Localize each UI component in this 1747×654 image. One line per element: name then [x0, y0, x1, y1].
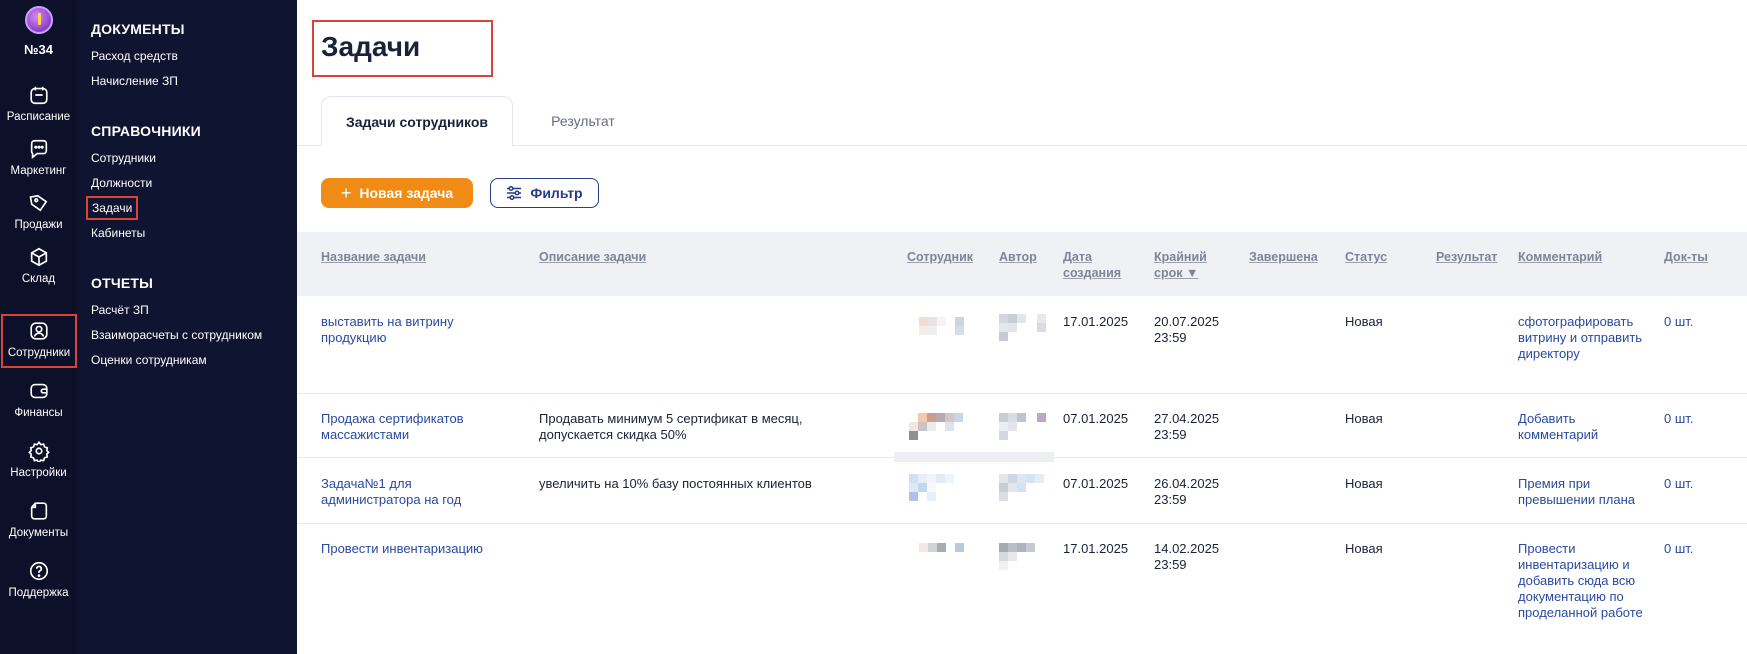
tab-result[interactable]: Результат — [523, 96, 643, 146]
status-text: Новая — [1345, 411, 1383, 426]
calendar-icon — [29, 86, 48, 105]
main-content: Задачи Задачи сотрудников Результат + Но… — [297, 0, 1747, 654]
docs-link[interactable]: 0 шт. — [1664, 541, 1693, 557]
tag-icon — [29, 194, 47, 212]
rail-label: Маркетинг — [10, 165, 67, 177]
filter-button[interactable]: Фильтр — [490, 178, 599, 208]
comment-link[interactable]: Премия при превышении плана — [1518, 476, 1648, 508]
document-icon — [30, 502, 47, 520]
col-employee[interactable]: Сотрудник — [907, 249, 973, 265]
nav-link-expenses[interactable]: Расход средств — [91, 49, 178, 63]
row-divider — [297, 393, 1747, 394]
help-icon — [29, 561, 48, 581]
rail-label: Финансы — [14, 407, 63, 419]
task-name-link[interactable]: Продажа сертификатов массажистами — [321, 411, 501, 443]
rail-item-documents[interactable]: Документы — [0, 494, 77, 548]
rail-item-schedule[interactable]: Расписание — [0, 78, 77, 132]
col-task-description[interactable]: Описание задачи — [539, 249, 646, 265]
rail-label: Настройки — [10, 467, 67, 479]
tab-employee-tasks[interactable]: Задачи сотрудников — [321, 96, 513, 146]
created-date: 17.01.2025 — [1063, 541, 1129, 556]
row-divider — [297, 523, 1747, 524]
tabs-divider — [297, 145, 1747, 146]
col-author[interactable]: Автор — [999, 249, 1037, 265]
nav-link-settlements[interactable]: Взаиморасчеты с сотрудником — [91, 328, 262, 342]
col-result[interactable]: Результат — [1436, 249, 1497, 265]
rail-label: Расписание — [6, 111, 71, 123]
nav-section-documents: ДОКУМЕНТЫ — [91, 21, 185, 37]
filter-label: Фильтр — [530, 185, 583, 201]
rail-item-employees[interactable]: Сотрудники — [1, 314, 77, 368]
rail-header: №34 — [0, 0, 77, 72]
rail-item-settings[interactable]: Настройки — [0, 434, 77, 488]
nav-link-tasks[interactable]: Задачи — [85, 196, 139, 220]
rail-item-marketing[interactable]: Маркетинг — [0, 132, 77, 186]
rail-label: Поддержка — [8, 587, 69, 599]
deadline-date: 26.04.2025 23:59 — [1154, 476, 1220, 507]
task-name-link[interactable]: Провести инвентаризацию — [321, 541, 521, 557]
deadline-date: 27.04.2025 23:59 — [1154, 411, 1220, 442]
deadline-date: 14.02.2025 23:59 — [1154, 541, 1220, 572]
task-name-link[interactable]: выставить на витрину продукцию — [321, 314, 501, 346]
col-task-name[interactable]: Название задачи — [321, 249, 426, 265]
col-deadline[interactable]: Крайний срок ▼ — [1154, 249, 1224, 281]
icon-rail: №34 Расписание Маркетинг Продажи Склад С… — [0, 0, 77, 654]
user-icon — [30, 322, 48, 340]
comment-link[interactable]: сфотографировать витрину и отправить дир… — [1518, 314, 1648, 362]
scroll-shadow — [894, 452, 1054, 462]
task-name-link[interactable]: Задача№1 для администратора на год — [321, 476, 501, 508]
col-comment[interactable]: Комментарий — [1518, 249, 1602, 265]
docs-link[interactable]: 0 шт. — [1664, 411, 1693, 427]
rail-label: Продажи — [14, 219, 63, 231]
task-description: Продавать минимум 5 сертификат в месяц, … — [539, 411, 803, 442]
nav-link-payroll[interactable]: Расчёт ЗП — [91, 303, 149, 317]
rail-item-finance[interactable]: Финансы — [0, 374, 77, 428]
nav-link-ratings[interactable]: Оценки сотрудникам — [91, 353, 207, 367]
rail-item-sales[interactable]: Продажи — [0, 186, 77, 240]
wallet-icon — [29, 383, 48, 399]
sliders-icon — [507, 186, 522, 200]
chat-icon — [30, 139, 47, 159]
nav-section-references: СПРАВОЧНИКИ — [91, 123, 201, 139]
task-description: увеличить на 10% базу постоянных клиенто… — [539, 476, 812, 491]
docs-link[interactable]: 0 шт. — [1664, 314, 1693, 330]
nav-link-employees[interactable]: Сотрудники — [91, 151, 156, 165]
plus-icon: + — [340, 183, 352, 203]
docs-link[interactable]: 0 шт. — [1664, 476, 1693, 492]
nav-section-reports: ОТЧЕТЫ — [91, 275, 154, 291]
nav-link-rooms[interactable]: Кабинеты — [91, 226, 145, 240]
created-date: 07.01.2025 — [1063, 411, 1129, 426]
created-date: 17.01.2025 — [1063, 314, 1129, 329]
deadline-date: 20.07.2025 23:59 — [1154, 314, 1220, 345]
rail-label: Сотрудники — [7, 347, 71, 359]
new-task-button[interactable]: + Новая задача — [321, 178, 473, 208]
col-status[interactable]: Статус — [1345, 249, 1387, 265]
col-created-date[interactable]: Дата создания — [1063, 249, 1133, 281]
section-nav: ДОКУМЕНТЫ Расход средств Начисление ЗП С… — [77, 0, 297, 654]
comment-link[interactable]: Добавить комментарий — [1518, 411, 1648, 443]
status-text: Новая — [1345, 476, 1383, 491]
comment-link[interactable]: Провести инвентаризацию и добавить сюда … — [1518, 541, 1648, 621]
rail-item-support[interactable]: Поддержка — [0, 554, 77, 608]
created-date: 07.01.2025 — [1063, 476, 1129, 491]
branch-badge: №34 — [24, 42, 53, 57]
status-text: Новая — [1345, 541, 1383, 556]
col-docs[interactable]: Док-ты — [1664, 249, 1708, 265]
rail-label: Склад — [21, 273, 56, 285]
box-icon — [30, 247, 47, 267]
nav-link-positions[interactable]: Должности — [91, 176, 152, 190]
page-title: Задачи — [321, 31, 421, 62]
nav-link-salary[interactable]: Начисление ЗП — [91, 74, 178, 88]
rail-label: Документы — [8, 527, 69, 539]
new-task-label: Новая задача — [359, 185, 454, 201]
gear-icon — [27, 440, 50, 462]
avatar[interactable] — [24, 6, 53, 34]
status-text: Новая — [1345, 314, 1383, 329]
rail-item-warehouse[interactable]: Склад — [0, 240, 77, 294]
col-completed[interactable]: Завершена — [1249, 249, 1318, 265]
